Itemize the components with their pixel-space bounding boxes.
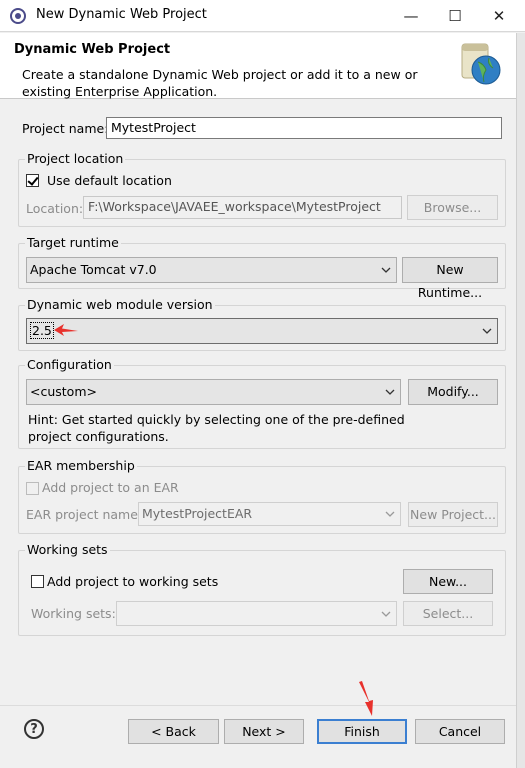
- ear-project-name-select[interactable]: MytestProjectEAR: [138, 502, 401, 526]
- use-default-location-checkbox[interactable]: [26, 174, 39, 187]
- working-sets-group-label: Working sets: [25, 542, 110, 557]
- configuration-group-label: Configuration: [25, 357, 114, 372]
- red-arrow-annotation: [54, 324, 78, 336]
- module-version-group-label: Dynamic web module version: [25, 297, 215, 312]
- configuration-hint: Hint: Get started quickly by selecting o…: [28, 412, 405, 444]
- modify-button[interactable]: Modify...: [408, 379, 498, 405]
- maximize-button[interactable]: ☐: [432, 0, 478, 32]
- location-label: Location:: [26, 201, 84, 216]
- target-runtime-value: Apache Tomcat v7.0: [30, 262, 157, 277]
- next-button[interactable]: Next >: [224, 719, 304, 744]
- finish-button[interactable]: Finish: [317, 719, 407, 744]
- chevron-down-icon: [482, 328, 492, 334]
- select-working-sets-button[interactable]: Select...: [403, 601, 493, 626]
- chevron-down-icon: [381, 611, 391, 617]
- add-to-working-sets-checkbox[interactable]: [31, 575, 44, 588]
- wizard-page-title: Dynamic Web Project: [14, 42, 171, 57]
- new-ear-project-button[interactable]: New Project...: [408, 502, 498, 527]
- ear-project-name-value: MytestProjectEAR: [142, 506, 253, 521]
- window-title: New Dynamic Web Project: [36, 7, 207, 22]
- minimize-button[interactable]: —: [388, 0, 434, 32]
- working-sets-select[interactable]: [116, 601, 397, 626]
- location-input[interactable]: F:\Workspace\JAVAEE_workspace\MytestProj…: [83, 196, 402, 219]
- module-version-select[interactable]: 2.5: [26, 318, 498, 344]
- ear-membership-group-label: EAR membership: [25, 458, 137, 473]
- help-icon[interactable]: ?: [24, 719, 44, 739]
- target-runtime-select[interactable]: Apache Tomcat v7.0: [26, 257, 397, 283]
- chevron-down-icon: [385, 511, 395, 517]
- configuration-value: <custom>: [30, 384, 97, 399]
- red-arrow-annotation-finish: [359, 681, 373, 716]
- new-working-set-button[interactable]: New...: [403, 569, 493, 594]
- ear-project-name-label: EAR project name:: [26, 507, 143, 522]
- add-to-ear-label: Add project to an EAR: [42, 480, 179, 495]
- project-name-label: Project name:: [22, 121, 109, 136]
- use-default-location-label: Use default location: [47, 173, 172, 188]
- web-project-globe-icon: [461, 43, 501, 85]
- footer-separator: [0, 705, 516, 706]
- cancel-button[interactable]: Cancel: [415, 719, 505, 744]
- browse-button[interactable]: Browse...: [407, 195, 498, 220]
- chevron-down-icon: [381, 267, 391, 273]
- chevron-down-icon: [385, 389, 395, 395]
- new-runtime-button[interactable]: New Runtime...: [402, 257, 498, 300]
- wizard-description: Create a standalone Dynamic Web project …: [22, 67, 418, 99]
- configuration-select[interactable]: <custom>: [26, 379, 401, 405]
- module-version-value: 2.5: [30, 322, 54, 339]
- eclipse-icon: [10, 8, 26, 24]
- project-name-input[interactable]: MytestProject: [106, 117, 502, 139]
- project-location-group-label: Project location: [25, 151, 126, 166]
- back-button[interactable]: < Back: [128, 719, 219, 744]
- working-sets-label: Working sets:: [31, 606, 116, 621]
- add-to-working-sets-label: Add project to working sets: [47, 574, 219, 589]
- close-button[interactable]: ✕: [476, 0, 522, 32]
- target-runtime-group-label: Target runtime: [25, 235, 121, 250]
- add-to-ear-checkbox[interactable]: [26, 482, 39, 495]
- background-window-edge: [516, 33, 525, 768]
